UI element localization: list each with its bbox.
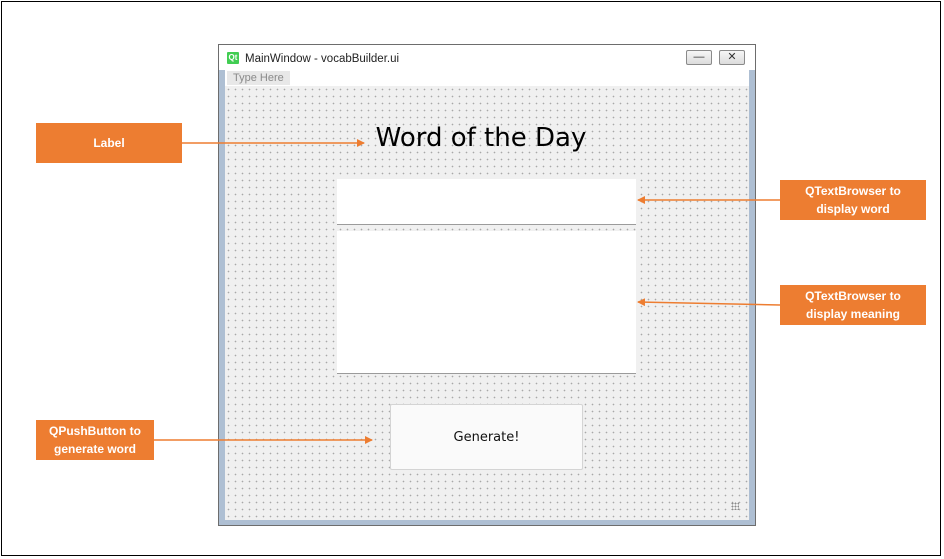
annotation-arrows [154,139,781,444]
arrow-to-meaning-browser [637,298,781,307]
